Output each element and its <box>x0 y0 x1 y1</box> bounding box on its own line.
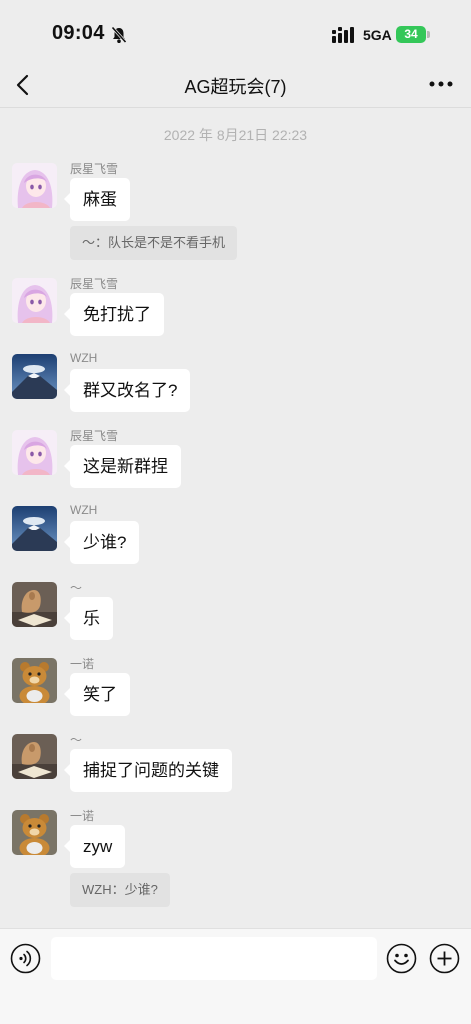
avatar[interactable] <box>12 658 57 703</box>
message-bubble[interactable]: 捕捉了问题的关键 <box>64 749 232 792</box>
avatar[interactable] <box>12 354 57 399</box>
avatar[interactable] <box>12 810 57 855</box>
status-bar: 09:04 5GA 34 <box>0 0 471 62</box>
avatar[interactable] <box>12 506 57 551</box>
sender-name: ～ <box>70 581 83 595</box>
message-bubble[interactable]: 这是新群捏 <box>64 445 181 488</box>
quoted-message[interactable]: WZH：少谁? <box>70 873 170 907</box>
sender-name: 辰星飞雪 <box>70 429 119 443</box>
message-bubble[interactable]: zyw <box>63 825 126 868</box>
chat-timestamp: 2022 年 8月21日 22:23 <box>163 127 308 143</box>
quoted-message[interactable]: ～：队长是不是不看手机 <box>70 226 238 260</box>
signal-icon <box>332 27 354 43</box>
battery-level: 34 <box>396 26 426 43</box>
message-bubble[interactable]: 乐 <box>64 597 113 640</box>
battery-indicator: 34 <box>396 26 430 43</box>
sender-name: WZH <box>70 351 98 365</box>
input-bar <box>0 928 471 1024</box>
avatar[interactable] <box>12 734 57 779</box>
message-bubble[interactable]: 群又改名了? <box>63 369 191 412</box>
avatar[interactable] <box>12 278 57 323</box>
message-input[interactable] <box>51 937 377 980</box>
avatar[interactable] <box>12 163 57 208</box>
sender-name: ～ <box>70 733 83 747</box>
message-bubble[interactable]: 少谁? <box>63 521 140 564</box>
message-bubble[interactable]: 免打扰了 <box>64 293 164 336</box>
sender-name: 辰星飞雪 <box>70 162 119 176</box>
emoji-icon[interactable] <box>386 943 417 974</box>
voice-icon[interactable] <box>10 943 41 974</box>
message-bubble[interactable]: 麻蛋 <box>64 178 130 221</box>
message-bubble[interactable]: 笑了 <box>64 673 130 716</box>
nav-bar: AG超玩会(7) <box>0 62 471 108</box>
sender-name: 一诺 <box>70 809 95 823</box>
avatar[interactable] <box>12 430 57 475</box>
status-time: 09:04 <box>52 22 105 44</box>
bell-off-icon <box>111 26 127 44</box>
sender-name: 辰星飞雪 <box>70 277 119 291</box>
chat-title: AG超玩会(7) <box>184 77 287 97</box>
more-icon[interactable] <box>429 80 453 88</box>
sender-name: 一诺 <box>70 657 95 671</box>
avatar[interactable] <box>12 582 57 627</box>
sender-name: WZH <box>70 503 98 517</box>
plus-icon[interactable] <box>429 943 460 974</box>
network-type: 5GA <box>363 27 392 43</box>
